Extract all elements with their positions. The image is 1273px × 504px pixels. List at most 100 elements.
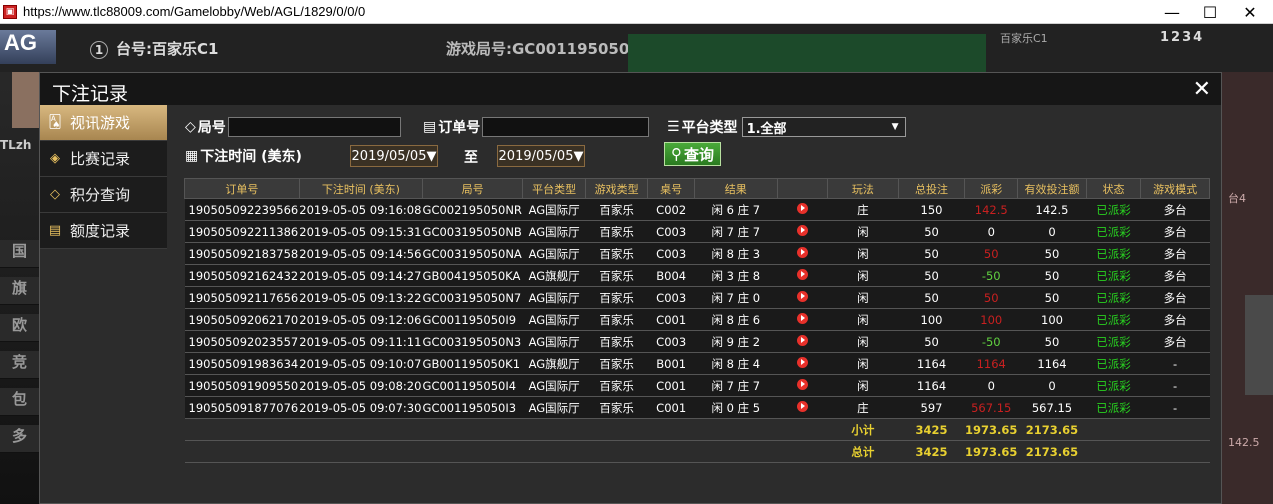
cell-game-mode: - xyxy=(1140,396,1210,419)
cell-status: 已派彩 xyxy=(1086,330,1141,353)
chevron-down-icon: ▼ xyxy=(891,122,899,132)
gem-icon: ◇ xyxy=(50,187,60,202)
cell-bet-time: 2019-05-05 09:10:07 xyxy=(299,352,423,375)
table-row: 190505092117656 2019-05-05 09:13:22 GC0031… xyxy=(184,286,1210,309)
subtotal-total-bet: 3425 xyxy=(898,418,965,441)
cell-game-type: 百家乐 xyxy=(585,286,648,309)
play-video-icon[interactable] xyxy=(796,246,808,258)
cell-bet-time: 2019-05-05 09:11:11 xyxy=(299,330,423,353)
cell-result: 闲 7 庄 7 xyxy=(694,220,778,243)
menu-item-credit-records[interactable]: ▤ 额度记录 xyxy=(40,213,167,249)
cell-total-bet: 100 xyxy=(898,308,965,331)
col-round-id: 局号 xyxy=(422,178,524,199)
modal-close-button[interactable]: ✕ xyxy=(1193,77,1211,102)
play-video-icon[interactable] xyxy=(796,400,808,412)
cell-round-id: GC001195050I9 xyxy=(422,308,523,331)
cell-order-id: 190505091909550 xyxy=(184,374,300,397)
cell-total-bet: 50 xyxy=(898,286,965,309)
cell-bet-time: 2019-05-05 09:15:31 xyxy=(299,220,423,243)
side-item-4[interactable]: 竞 xyxy=(0,351,40,379)
cell-platform: AG旗舰厅 xyxy=(522,352,586,375)
table-body: 190505092239566 2019-05-05 09:16:08 GC0021… xyxy=(184,198,1210,463)
play-video-icon[interactable] xyxy=(796,224,808,236)
minimize-button[interactable]: — xyxy=(1152,0,1192,24)
date-from-wrap: 2019/05/05 ▼ xyxy=(350,145,438,167)
play-video-icon[interactable] xyxy=(796,334,808,346)
play-video-icon[interactable] xyxy=(796,202,808,214)
play-video-icon[interactable] xyxy=(796,356,808,368)
col-bet-time: 下注时间 (美东) xyxy=(298,178,424,199)
cards-icon: 🂡 xyxy=(48,115,62,130)
table-row: 190505092023557 2019-05-05 09:11:11 GC0031… xyxy=(184,330,1210,353)
cell-valid-bet: 50 xyxy=(1017,242,1087,265)
date-to-wrap: 2019/05/05 ▼ xyxy=(497,145,585,167)
play-video-icon[interactable] xyxy=(796,290,808,302)
window-close-button[interactable]: ✕ xyxy=(1230,0,1270,24)
cell-valid-bet: 100 xyxy=(1017,308,1087,331)
cell-game-type: 百家乐 xyxy=(585,198,648,221)
menu-item-label: 额度记录 xyxy=(70,222,131,240)
total-payout: 1973.65 xyxy=(964,440,1018,463)
cell-game-type: 百家乐 xyxy=(585,220,648,243)
menu-item-live-games[interactable]: 🂡 视讯游戏 xyxy=(40,105,167,141)
date-from-picker[interactable]: 2019/05/05 ▼ xyxy=(350,145,438,167)
cell-video xyxy=(777,352,828,375)
cell-video xyxy=(777,198,828,221)
side-item-1[interactable]: 国 xyxy=(0,240,40,268)
cell-result: 闲 9 庄 2 xyxy=(694,330,778,353)
cell-video xyxy=(777,220,828,243)
cell-status: 已派彩 xyxy=(1086,396,1141,419)
menu-item-match-records[interactable]: ◈ 比赛记录 xyxy=(40,141,167,177)
order-filter: ▤ 订单号 xyxy=(423,117,650,137)
player-name: TLzh xyxy=(0,138,32,152)
cell-table-no: C001 xyxy=(647,396,695,419)
cell-order-id: 190505092239566 xyxy=(184,198,300,221)
cell-bet-type: 庄 xyxy=(827,198,899,221)
right-table-tabs[interactable]: 1234 xyxy=(1160,30,1204,45)
cell-bet-time: 2019-05-05 09:13:22 xyxy=(299,286,423,309)
table-row: 190505092211386 2019-05-05 09:15:31 GC0031… xyxy=(184,220,1210,243)
round-id: 游戏局号:GC001195050IF xyxy=(446,40,646,58)
cell-table-no: C002 xyxy=(647,198,695,221)
cell-platform: AG国际厅 xyxy=(522,308,586,331)
date-to-picker[interactable]: 2019/05/05 ▼ xyxy=(497,145,585,167)
subtotal-spacer xyxy=(1086,418,1210,441)
table-row: 190505092062170 2019-05-05 09:12:06 GC0011… xyxy=(184,308,1210,331)
cell-table-no: C003 xyxy=(647,242,695,265)
address-bar[interactable]: https://www.tlc88009.com/Gamelobby/Web/A… xyxy=(23,4,365,19)
cell-table-no: C003 xyxy=(647,286,695,309)
side-item-5[interactable]: 包 xyxy=(0,388,40,416)
cell-video xyxy=(777,330,828,353)
time-label: 下注时间 (美东) xyxy=(200,149,302,165)
cell-round-id: GB001195050K1 xyxy=(422,352,523,375)
cell-order-id: 190505091877076 xyxy=(184,396,300,419)
play-video-icon[interactable] xyxy=(796,378,808,390)
maximize-button[interactable]: ☐ xyxy=(1190,0,1230,24)
cell-table-no: B001 xyxy=(647,352,695,375)
cell-status: 已派彩 xyxy=(1086,220,1141,243)
search-button[interactable]: ⚲ 查询 xyxy=(664,142,722,166)
cell-total-bet: 50 xyxy=(898,242,965,265)
play-video-icon[interactable] xyxy=(796,268,808,280)
side-item-6[interactable]: 多 xyxy=(0,425,40,453)
cell-total-bet: 50 xyxy=(898,220,965,243)
platform-label: 平台类型 xyxy=(681,120,738,136)
menu-item-points-query[interactable]: ◇ 积分查询 xyxy=(40,177,167,213)
order-input[interactable] xyxy=(482,117,650,137)
cell-result: 闲 7 庄 0 xyxy=(694,286,778,309)
order-label: 订单号 xyxy=(438,120,481,136)
round-input[interactable] xyxy=(227,117,401,137)
cell-status: 已派彩 xyxy=(1086,308,1141,331)
cell-order-id: 190505092211386 xyxy=(184,220,300,243)
table-row: 190505091877076 2019-05-05 09:07:30 GC0011… xyxy=(184,396,1210,419)
cell-status: 已派彩 xyxy=(1086,352,1141,375)
side-item-2[interactable]: 旗 xyxy=(0,277,40,305)
platform-select[interactable]: 1.全部 ▼ xyxy=(741,117,906,137)
cell-payout: 50 xyxy=(964,286,1018,309)
side-item-3[interactable]: 欧 xyxy=(0,314,40,342)
cell-bet-time: 2019-05-05 09:14:27 xyxy=(299,264,423,287)
play-video-icon[interactable] xyxy=(796,312,808,324)
cell-round-id: GC001195050I3 xyxy=(422,396,523,419)
favicon-icon: ▣ xyxy=(3,4,17,19)
right-side-tab[interactable] xyxy=(1245,295,1273,395)
